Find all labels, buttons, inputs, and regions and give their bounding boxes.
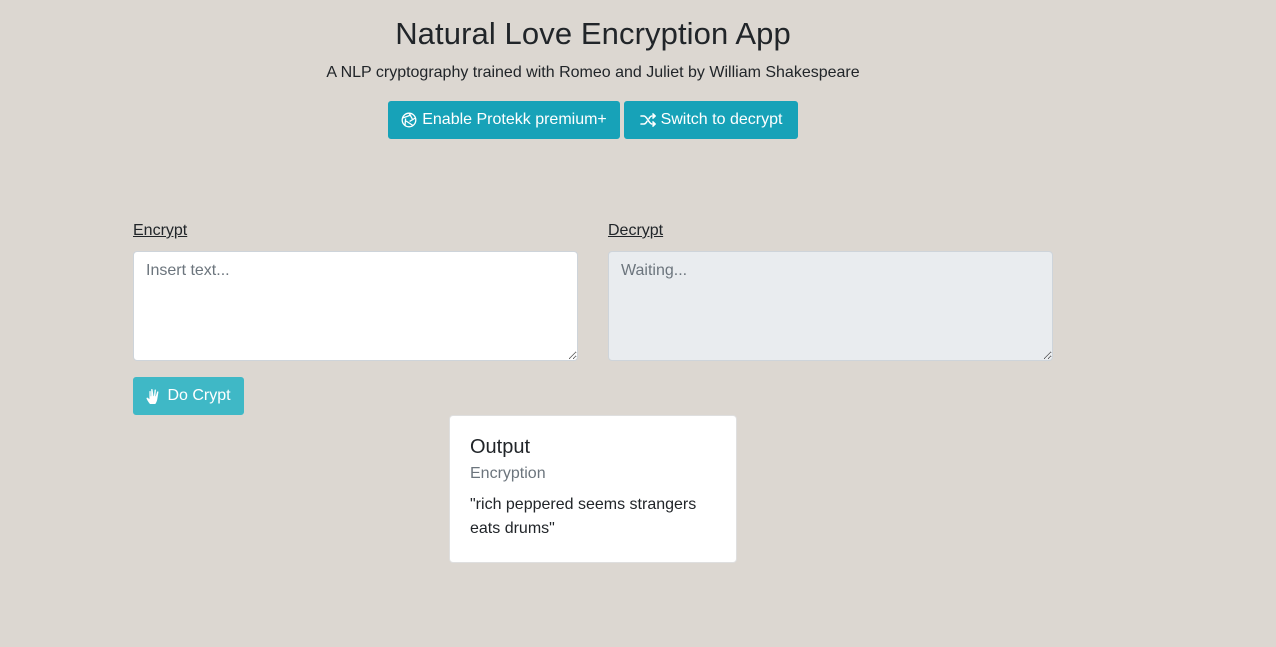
page-title: Natural Love Encryption App — [395, 16, 791, 51]
do-crypt-button[interactable]: Do Crypt — [133, 377, 244, 415]
encrypt-input[interactable] — [133, 251, 578, 361]
hand-spock-icon — [146, 388, 162, 405]
page-subtitle: A NLP cryptography trained with Romeo an… — [326, 64, 860, 81]
output-card-title: Output — [470, 436, 531, 458]
aperture-icon — [401, 112, 417, 128]
enable-premium-button[interactable]: Enable Protekk premium+ — [388, 101, 620, 139]
app-page: Natural Love Encryption App A NLP crypto… — [0, 0, 1276, 647]
enable-premium-label: Enable Protekk premium+ — [422, 111, 607, 128]
shuffle-icon — [639, 112, 656, 128]
switch-mode-button[interactable]: Switch to decrypt — [624, 101, 798, 139]
decrypt-output-field[interactable] — [608, 251, 1053, 361]
do-crypt-label: Do Crypt — [167, 387, 231, 404]
decrypt-label: Decrypt — [608, 222, 664, 239]
output-card: Output Encryption "rich peppered seems s… — [449, 415, 737, 563]
encrypt-label: Encrypt — [133, 222, 188, 239]
switch-mode-label: Switch to decrypt — [660, 111, 783, 128]
output-card-subtitle: Encryption — [470, 465, 546, 482]
output-card-text: "rich peppered seems strangers eats drum… — [470, 496, 697, 537]
